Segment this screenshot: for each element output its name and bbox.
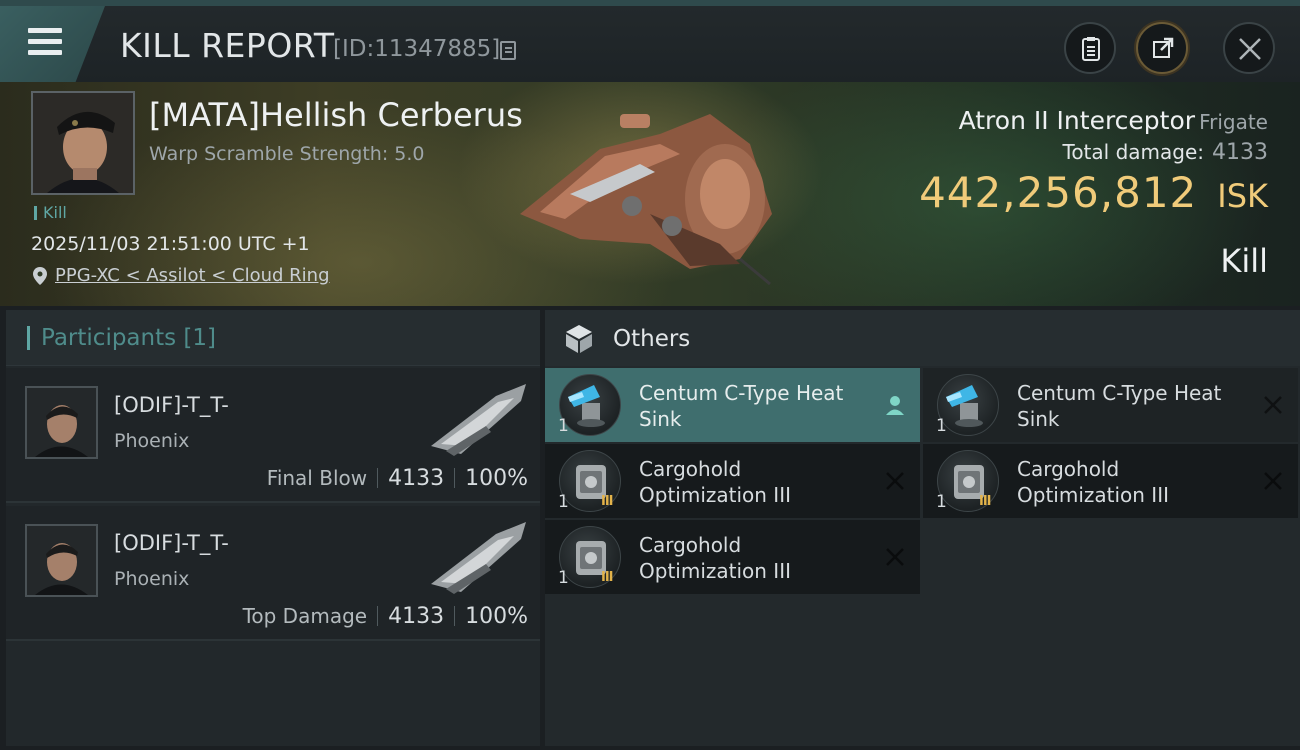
close-button[interactable] <box>1223 22 1275 74</box>
destroyed-x-icon <box>886 472 904 490</box>
total-damage-value: 4133 <box>1212 140 1268 165</box>
module-item[interactable]: III 1 Cargohold Optimization III <box>545 520 920 594</box>
module-item[interactable]: 1 Centum C-Type Heat Sink <box>923 368 1298 442</box>
ship-class: Frigate <box>1199 110 1268 134</box>
destroyed-x-icon <box>1264 472 1282 490</box>
ship-name-text: Atron II Interceptor <box>958 106 1196 135</box>
item-name: Cargohold Optimization III <box>1017 457 1169 507</box>
participant-role: Top Damage <box>242 604 368 628</box>
item-name: Centum C-Type Heat Sink <box>1017 381 1222 431</box>
share-icon <box>1153 37 1174 58</box>
victim-name[interactable]: [MATA]Hellish Cerberus <box>149 96 523 134</box>
tier-badge: III <box>979 494 991 509</box>
pilot-avatar <box>33 93 133 193</box>
participant-damage: 4133 <box>388 466 445 491</box>
victim-ship-render <box>520 114 772 286</box>
item-name: Centum C-Type Heat Sink <box>639 381 844 431</box>
item-quantity: 1 <box>936 416 947 436</box>
participant-name: [ODIF]-T_T- <box>114 531 229 555</box>
copy-id-icon[interactable] <box>500 41 516 60</box>
victim-portrait[interactable] <box>31 91 135 195</box>
divider <box>454 606 456 626</box>
location-link[interactable]: PPG-XC < Assilot < Cloud Ring <box>55 265 330 286</box>
divider <box>454 468 456 488</box>
participant-name: [ODIF]-T_T- <box>114 393 229 417</box>
kill-result: Kill <box>1220 242 1268 280</box>
person-icon <box>886 396 904 415</box>
item-quantity: 1 <box>558 568 569 588</box>
kill-tag: Kill <box>34 203 67 222</box>
participant-role: Final Blow <box>266 466 368 490</box>
location-pin-icon <box>33 267 47 285</box>
clipboard-button[interactable] <box>1064 22 1116 74</box>
participant-card[interactable]: [ODIF]-T_T- Phoenix Final Blow 4133 100% <box>6 368 540 503</box>
participant-avatar <box>25 524 98 597</box>
participants-panel: Participants [1] [ODIF]-T_T- Phoenix Fin… <box>6 310 540 746</box>
hamburger-menu-icon[interactable] <box>28 28 62 56</box>
tier-badge: III <box>601 570 613 585</box>
participant-ship: Phoenix <box>114 430 190 452</box>
destroyed-x-icon <box>886 548 904 566</box>
item-name: Cargohold Optimization III <box>639 533 791 583</box>
kill-summary-banner: [MATA]Hellish Cerberus Warp Scramble Str… <box>0 82 1300 306</box>
others-panel: Others 1 Centum C-Type Heat Sink 1 Centu… <box>545 310 1300 746</box>
participant-percent: 100% <box>465 604 528 629</box>
isk-value: 442,256,812 ISK <box>919 168 1268 217</box>
module-item[interactable]: 1 Centum C-Type Heat Sink <box>545 368 920 442</box>
participant-avatar <box>25 386 98 459</box>
module-item[interactable]: III 1 Cargohold Optimization III <box>923 444 1298 518</box>
participants-title: Participants [1] <box>41 325 216 351</box>
participant-stats: Top Damage 4133 100% <box>243 604 528 629</box>
item-name: Cargohold Optimization III <box>639 457 791 507</box>
item-quantity: 1 <box>558 416 569 436</box>
participants-header[interactable]: Participants [1] <box>6 310 540 366</box>
participant-ship-render <box>431 522 526 594</box>
tier-badge: III <box>601 494 613 509</box>
participant-card[interactable]: [ODIF]-T_T- Phoenix Top Damage 4133 100% <box>6 506 540 641</box>
isk-unit: ISK <box>1217 177 1268 215</box>
destroyed-x-icon <box>1264 396 1282 414</box>
clipboard-icon <box>1082 37 1100 61</box>
others-title: Others <box>613 326 691 352</box>
item-quantity: 1 <box>558 492 569 512</box>
header-bar: KILL REPORT [ID:11347885] <box>0 0 1300 82</box>
kill-location[interactable]: PPG-XC < Assilot < Cloud Ring <box>31 265 330 286</box>
share-button[interactable] <box>1136 22 1188 74</box>
total-damage: Total damage: 4133 <box>1063 140 1269 165</box>
page-title: KILL REPORT <box>120 26 335 65</box>
participants-accent-bar <box>27 326 30 350</box>
participant-stats: Final Blow 4133 100% <box>267 466 528 491</box>
kill-datetime: 2025/11/03 21:51:00 UTC +1 <box>31 233 310 255</box>
participant-percent: 100% <box>465 466 528 491</box>
divider <box>377 606 379 626</box>
participant-ship: Phoenix <box>114 568 190 590</box>
victim-ship-name[interactable]: Atron II Interceptor Frigate <box>959 106 1268 135</box>
close-icon <box>1239 38 1261 60</box>
others-header: Others <box>545 310 1300 366</box>
item-quantity: 1 <box>936 492 947 512</box>
module-item[interactable]: III 1 Cargohold Optimization III <box>545 444 920 518</box>
participant-damage: 4133 <box>388 604 445 629</box>
warp-scramble-strength: Warp Scramble Strength: 5.0 <box>149 143 425 165</box>
report-id: [ID:11347885] <box>333 36 501 62</box>
cube-icon <box>566 325 592 353</box>
participant-ship-render <box>431 384 526 456</box>
divider <box>377 468 379 488</box>
isk-amount: 442,256,812 <box>919 168 1198 217</box>
total-damage-label: Total damage: <box>1062 140 1205 164</box>
